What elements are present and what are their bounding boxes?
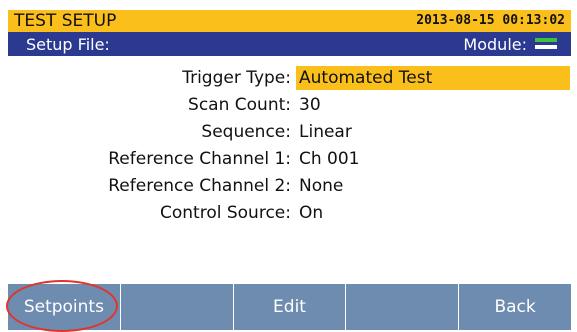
field-label: Trigger Type: [182,68,291,88]
edit-button[interactable]: Edit [234,284,347,330]
back-button[interactable]: Back [459,284,571,330]
module-label: Module: [463,35,527,54]
field-value[interactable]: Automated Test [296,66,570,90]
field-value[interactable]: None [296,174,346,198]
field-value[interactable]: 30 [296,93,324,117]
test-setup-screen: TEST SETUP 2013-08-15 00:13:02 Setup Fil… [0,0,577,332]
field-reference-channel-1[interactable]: Reference Channel 1: Ch 001 [8,147,571,171]
field-label: Reference Channel 2: [108,176,291,196]
field-label: Reference Channel 1: [108,149,291,169]
field-label: Control Source: [160,203,291,223]
softkey-4-button[interactable] [346,284,460,330]
sub-header: Setup File: Module: [8,32,571,56]
setpoints-button[interactable]: Setpoints [8,284,121,330]
field-scan-count[interactable]: Scan Count: 30 [8,93,571,117]
field-label: Sequence: [201,122,291,142]
field-trigger-type[interactable]: Trigger Type: Automated Test [8,66,571,90]
softkey-2-button[interactable] [121,284,234,330]
field-value[interactable]: On [296,201,326,225]
field-value[interactable]: Linear [296,120,355,144]
field-label: Scan Count: [188,95,291,115]
field-sequence[interactable]: Sequence: Linear [8,120,571,144]
field-reference-channel-2[interactable]: Reference Channel 2: None [8,174,571,198]
field-value[interactable]: Ch 001 [296,147,363,171]
datetime-display: 2013-08-15 00:13:02 [416,13,565,28]
field-control-source[interactable]: Control Source: On [8,201,571,225]
screen-title: TEST SETUP [14,11,117,31]
setup-file-label: Setup File: [26,35,110,54]
module-status-icon [535,38,557,50]
title-bar: TEST SETUP 2013-08-15 00:13:02 [8,10,571,32]
softkey-bar: Setpoints Edit Back [8,284,571,330]
